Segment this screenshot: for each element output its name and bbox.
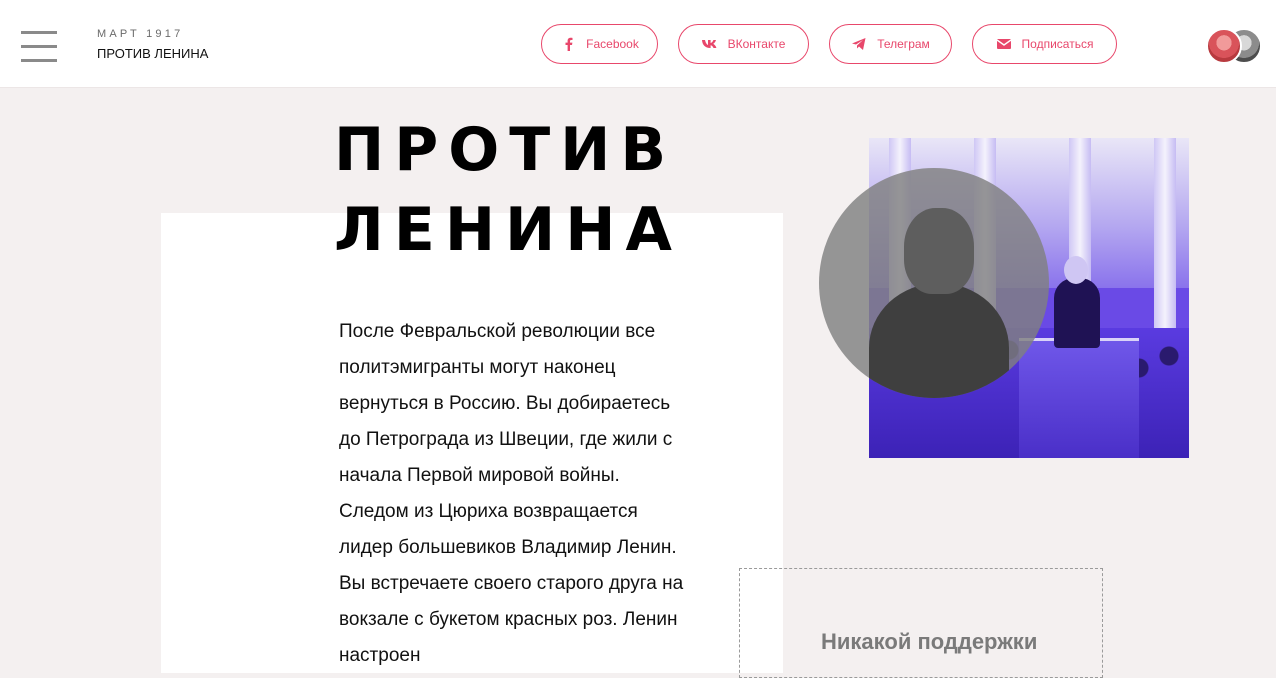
headline-line: ПРОТИВ — [334, 115, 677, 185]
subscribe-label: Подписаться — [1021, 37, 1094, 51]
telegram-share-button[interactable]: Телеграм — [829, 24, 952, 64]
telegram-share-label: Телеграм — [877, 37, 930, 51]
facebook-icon — [560, 36, 576, 52]
facebook-share-label: Facebook — [586, 37, 639, 51]
subscribe-button[interactable]: Подписаться — [972, 24, 1117, 64]
sidebar-note: Никакой поддержки — [739, 568, 1103, 678]
vk-share-label: ВКонтакте — [727, 37, 786, 51]
mail-icon — [996, 36, 1012, 52]
telegram-icon — [851, 36, 867, 52]
facebook-share-button[interactable]: Facebook — [541, 24, 658, 64]
portrait-circle — [819, 168, 1049, 398]
sidebar-title: Никакой поддержки — [821, 629, 1038, 654]
avatar[interactable] — [1206, 28, 1242, 64]
article-headline: ПРОТИВ ЛЕНИНА — [334, 110, 682, 270]
article-intro: После Февральской революции все политэми… — [339, 321, 684, 666]
site-kicker: МАРТ 1917 — [97, 28, 184, 40]
vk-icon — [701, 36, 718, 52]
headline-line: ЛЕНИНА — [334, 195, 682, 265]
author-avatars[interactable] — [1206, 28, 1262, 64]
vk-share-button[interactable]: ВКонтакте — [678, 24, 809, 64]
site-title[interactable]: ПРОТИВ ЛЕНИНА — [97, 46, 208, 61]
menu-icon[interactable] — [21, 31, 57, 63]
site-header: МАРТ 1917 ПРОТИВ ЛЕНИНА Facebook ВКонтак… — [0, 0, 1276, 88]
